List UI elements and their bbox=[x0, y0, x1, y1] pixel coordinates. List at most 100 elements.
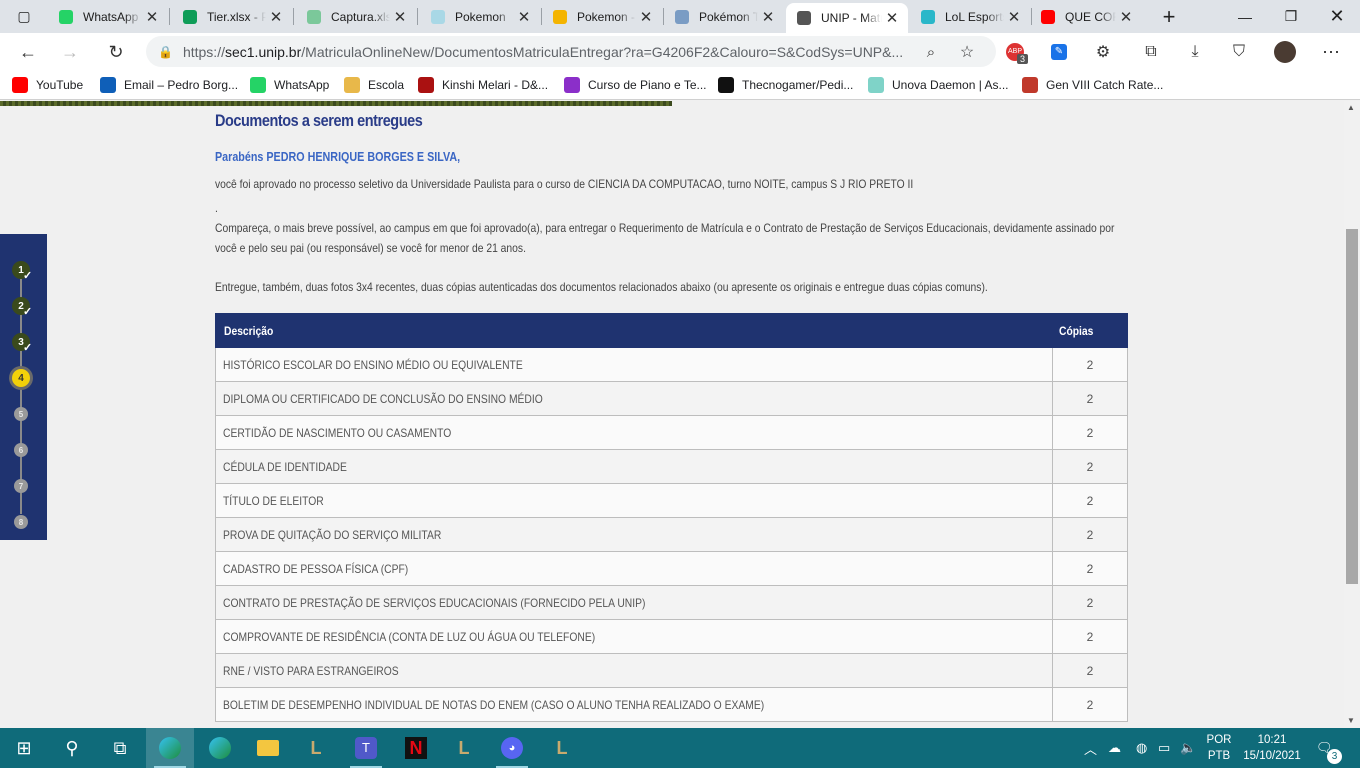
profile-button[interactable] bbox=[1270, 37, 1300, 67]
document-copies: 2 bbox=[1052, 585, 1128, 620]
zoom-button[interactable]: ⌕ bbox=[916, 37, 946, 67]
clock-time: 10:21 bbox=[1257, 734, 1287, 746]
step-4[interactable]: 4 bbox=[12, 369, 30, 387]
document-description: TÍTULO DE ELEITOR bbox=[215, 483, 1053, 518]
table-row: COMPROVANTE DE RESIDÊNCIA (CONTA DE LUZ … bbox=[215, 619, 1128, 654]
whatsapp-icon bbox=[250, 77, 266, 93]
downloads-button[interactable]: ⤓ bbox=[1180, 37, 1210, 67]
document-description: BOLETIM DE DESEMPENHO INDIVIDUAL DE NOTA… bbox=[215, 687, 1053, 722]
language-indicator[interactable]: POR PTB bbox=[1204, 732, 1234, 764]
address-input[interactable]: 🔒 https://sec1.unip.br/MatriculaOnlineNe… bbox=[146, 36, 996, 67]
document-copies: 2 bbox=[1052, 381, 1128, 416]
tab-close-icon[interactable]: ✕ bbox=[758, 8, 778, 26]
tab-close-icon[interactable]: ✕ bbox=[636, 8, 656, 26]
minimize-button[interactable]: — bbox=[1222, 0, 1268, 33]
settings-menu-button[interactable]: ⋯ bbox=[1316, 37, 1346, 67]
new-tab-button[interactable]: + bbox=[1146, 0, 1192, 33]
step-6[interactable]: 6 bbox=[14, 443, 28, 457]
network-button[interactable]: ◍ bbox=[1136, 728, 1147, 768]
search-button[interactable]: ⚲ bbox=[48, 728, 96, 768]
table-header-row: Descrição Cópias bbox=[215, 313, 1128, 348]
restore-button[interactable]: ❐ bbox=[1268, 0, 1314, 33]
forward-button[interactable]: → bbox=[54, 36, 86, 68]
bookmark-item[interactable]: Kinshi Melari - D&... bbox=[418, 76, 548, 94]
tab-1[interactable]: WhatsApp ✕ bbox=[48, 2, 168, 31]
bookmark-item[interactable]: WhatsApp bbox=[250, 76, 329, 94]
taskbar-league-2[interactable]: L bbox=[538, 728, 586, 768]
taskbar-file-explorer[interactable] bbox=[244, 728, 292, 768]
taskbar-league[interactable]: L bbox=[440, 728, 488, 768]
tab-6[interactable]: Pokémon Tier✕ bbox=[664, 2, 784, 31]
tab-close-icon[interactable]: ✕ bbox=[1004, 8, 1024, 26]
clock[interactable]: 10:21 15/10/2021 bbox=[1238, 732, 1306, 764]
description-text: BOLETIM DE DESEMPENHO INDIVIDUAL DE NOTA… bbox=[223, 697, 765, 712]
tab-3[interactable]: Captura.xlsx - Planilhas Google✕ bbox=[296, 2, 416, 31]
step-8[interactable]: 8 bbox=[14, 515, 28, 529]
tab-close-icon[interactable]: ✕ bbox=[142, 8, 162, 26]
bookmark-item[interactable]: Email – Pedro Borg... bbox=[100, 76, 238, 94]
adblock-extension-button[interactable]: ABP 3 bbox=[1000, 37, 1030, 67]
refresh-button[interactable]: ↻ bbox=[100, 36, 132, 68]
browser-essentials-button[interactable]: ⛉ bbox=[1224, 37, 1254, 67]
task-view-icon: ⧉ bbox=[113, 737, 127, 758]
tab-2[interactable]: Tier.xlsx - Planilhas Google✕ bbox=[172, 2, 292, 31]
tab-8[interactable]: LoL Esports ✕ bbox=[910, 2, 1030, 31]
page-scrollbar[interactable]: ▲ ▼ bbox=[1344, 101, 1360, 727]
taskbar-league-client[interactable]: L bbox=[292, 728, 340, 768]
display-button[interactable]: ▭ bbox=[1158, 728, 1170, 768]
taskbar-edge-active[interactable] bbox=[146, 728, 194, 768]
teams-icon: T bbox=[355, 737, 377, 759]
blue-extension-icon: ✎ bbox=[1051, 44, 1067, 60]
tab-close-icon[interactable]: ✕ bbox=[390, 8, 410, 26]
tab-7[interactable]: UNIP - Matrícula✕ bbox=[786, 3, 908, 33]
bookmark-item[interactable]: Curso de Piano e Te... bbox=[564, 76, 707, 94]
collections-button[interactable]: ⧉ bbox=[1136, 37, 1166, 67]
tab-actions-button[interactable]: ▢ bbox=[2, 0, 46, 33]
document-description: COMPROVANTE DE RESIDÊNCIA (CONTA DE LUZ … bbox=[215, 619, 1053, 654]
favorite-button[interactable]: ☆ bbox=[952, 37, 982, 67]
address-toolbar: ← → ↻ 🔒 https://sec1.unip.br/MatriculaOn… bbox=[0, 33, 1360, 70]
bookmark-item[interactable]: Thecnogamer/Pedi... bbox=[718, 76, 853, 94]
bookmark-item[interactable]: Unova Daemon | As... bbox=[868, 76, 1009, 94]
tab-separator bbox=[417, 8, 418, 25]
bookmark-item[interactable]: YouTube bbox=[12, 76, 83, 94]
tab-label: UNIP - Matrícula bbox=[821, 11, 882, 25]
collections-icon: ⧉ bbox=[1145, 43, 1157, 60]
bookmark-item[interactable]: Gen VIII Catch Rate... bbox=[1022, 76, 1163, 94]
tab-9[interactable]: QUE COR É✕ bbox=[1030, 2, 1142, 31]
taskbar-edge[interactable] bbox=[196, 728, 244, 768]
tab-close-icon[interactable]: ✕ bbox=[1116, 8, 1136, 26]
tab-close-icon[interactable]: ✕ bbox=[266, 8, 286, 26]
minimize-icon: — bbox=[1238, 8, 1252, 25]
description-text: HISTÓRICO ESCOLAR DO ENSINO MÉDIO OU EQU… bbox=[223, 357, 523, 372]
task-view-button[interactable]: ⧉ bbox=[96, 728, 144, 768]
tab-4[interactable]: Pokemon ✕ bbox=[420, 2, 540, 31]
taskbar-netflix[interactable]: N bbox=[392, 728, 440, 768]
tab-5[interactable]: Pokemon - Google Drive✕ bbox=[542, 2, 662, 31]
scroll-up-icon[interactable]: ▲ bbox=[1347, 103, 1355, 112]
onedrive-button[interactable]: ☁ bbox=[1108, 728, 1121, 768]
tab-label: Tier.xlsx - Planilhas Google bbox=[207, 9, 266, 24]
tray-overflow-button[interactable]: ︿ bbox=[1084, 728, 1097, 768]
bookmark-item[interactable]: Escola bbox=[344, 76, 404, 94]
taskbar-discord[interactable]: ◕ bbox=[488, 728, 536, 768]
volume-button[interactable]: 🔈 bbox=[1180, 728, 1196, 768]
close-window-button[interactable]: ✕ bbox=[1314, 0, 1360, 33]
drive-icon bbox=[552, 9, 568, 25]
extensions-button[interactable]: ⚙ bbox=[1088, 37, 1118, 67]
windows-icon: ⊞ bbox=[16, 737, 32, 758]
extension-button[interactable]: ✎ bbox=[1044, 37, 1074, 67]
scrollbar-thumb[interactable] bbox=[1346, 229, 1358, 584]
notifications-button[interactable]: 🗨 3 bbox=[1316, 728, 1342, 768]
tab-close-icon[interactable]: ✕ bbox=[882, 9, 902, 27]
document-copies: 2 bbox=[1052, 347, 1128, 382]
step-5[interactable]: 5 bbox=[14, 407, 28, 421]
start-button[interactable]: ⊞ bbox=[0, 728, 48, 768]
back-button[interactable]: ← bbox=[12, 36, 44, 68]
scroll-down-icon[interactable]: ▼ bbox=[1347, 716, 1355, 725]
tab-close-icon[interactable]: ✕ bbox=[514, 8, 534, 26]
diamond-icon bbox=[430, 9, 446, 25]
description-text: PROVA DE QUITAÇÃO DO SERVIÇO MILITAR bbox=[223, 527, 442, 542]
step-7[interactable]: 7 bbox=[14, 479, 28, 493]
taskbar-teams[interactable]: T bbox=[342, 728, 390, 768]
